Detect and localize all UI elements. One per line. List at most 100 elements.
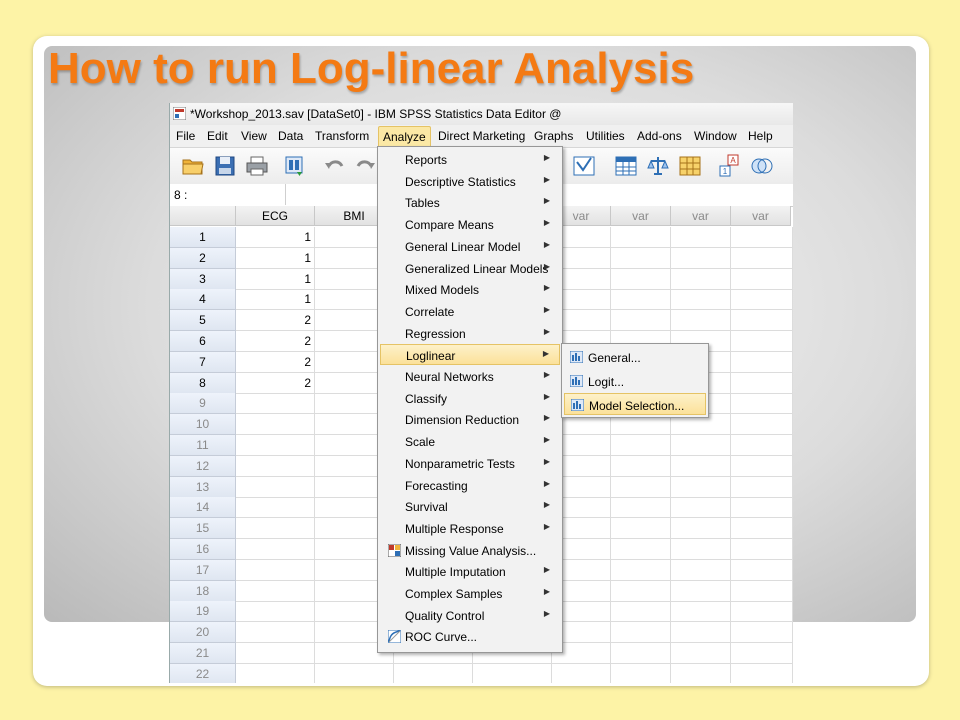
cell-var[interactable] — [671, 455, 731, 477]
submenu-item-logit[interactable]: Logit... — [564, 370, 706, 392]
cell-var[interactable] — [611, 539, 671, 560]
cell-var[interactable] — [671, 622, 731, 644]
cell-var[interactable] — [611, 310, 671, 332]
menu-item-neural-networks[interactable]: Neural Networks ▶ — [380, 366, 560, 387]
cell-ecg[interactable] — [236, 518, 315, 540]
redo-icon[interactable] — [353, 154, 377, 178]
cell-ecg[interactable] — [236, 643, 315, 664]
menu-item-multiple-imputation[interactable]: Multiple Imputation ▶ — [380, 561, 560, 582]
cell-var[interactable] — [611, 622, 671, 644]
submenu-item-model-selection[interactable]: Model Selection... — [564, 393, 706, 415]
row-number[interactable]: 12 — [170, 455, 236, 477]
cell-var[interactable] — [611, 580, 671, 602]
menu-edit[interactable]: Edit — [207, 129, 228, 143]
cell-var[interactable] — [731, 331, 793, 352]
menu-window[interactable]: Window — [694, 129, 737, 143]
row-number[interactable]: 10 — [170, 414, 236, 436]
cell-var[interactable] — [611, 601, 671, 623]
menu-item-survival[interactable]: Survival ▶ — [380, 496, 560, 517]
menu-data[interactable]: Data — [278, 129, 303, 143]
row-number[interactable]: 13 — [170, 476, 236, 498]
cell-var[interactable] — [731, 268, 793, 290]
cell-ecg[interactable]: 1 — [236, 268, 315, 290]
cell-var[interactable] — [671, 435, 731, 456]
menu-item-quality-control[interactable]: Quality Control ▶ — [380, 605, 560, 626]
cell-var[interactable] — [394, 663, 473, 683]
cell-var[interactable] — [671, 601, 731, 623]
cell-var[interactable] — [731, 601, 793, 623]
cell-var[interactable] — [611, 268, 671, 290]
cell-var[interactable] — [731, 414, 793, 436]
row-number[interactable]: 22 — [170, 663, 236, 683]
use-sets-icon[interactable] — [750, 154, 774, 178]
menu-item-classify[interactable]: Classify ▶ — [380, 388, 560, 409]
cell-var[interactable] — [671, 643, 731, 664]
row-number[interactable]: 6 — [170, 331, 236, 352]
cell-var[interactable] — [671, 310, 731, 332]
submenu-item-general[interactable]: General... — [564, 346, 706, 368]
cell-bmi[interactable] — [315, 663, 394, 683]
column-header-var[interactable]: var — [731, 206, 791, 226]
row-number[interactable]: 2 — [170, 247, 236, 269]
menu-item-roc-curve[interactable]: ROC Curve... — [380, 626, 560, 647]
cell-ecg[interactable] — [236, 393, 315, 415]
cell-ecg[interactable] — [236, 476, 315, 498]
menu-graphs[interactable]: Graphs — [534, 129, 573, 143]
cell-var[interactable] — [611, 476, 671, 498]
menu-item-correlate[interactable]: Correlate ▶ — [380, 301, 560, 322]
cell-ecg[interactable]: 2 — [236, 372, 315, 394]
menu-transform[interactable]: Transform — [315, 129, 369, 143]
row-number[interactable]: 11 — [170, 435, 236, 456]
menu-item-forecasting[interactable]: Forecasting ▶ — [380, 475, 560, 496]
cell-var[interactable] — [671, 247, 731, 269]
menu-analyze[interactable]: Analyze — [378, 126, 431, 148]
menu-item-mixed-models[interactable]: Mixed Models ▶ — [380, 279, 560, 300]
cell-var[interactable] — [731, 643, 793, 664]
cell-var[interactable] — [611, 455, 671, 477]
cell-var[interactable] — [731, 435, 793, 456]
cell-var[interactable] — [671, 227, 731, 248]
cell-var[interactable] — [671, 268, 731, 290]
cell-var[interactable] — [731, 247, 793, 269]
menu-item-reports[interactable]: Reports ▶ — [380, 149, 560, 170]
cell-var[interactable] — [731, 539, 793, 560]
cell-ecg[interactable]: 2 — [236, 310, 315, 332]
cell-var[interactable] — [611, 518, 671, 540]
cell-ecg[interactable] — [236, 435, 315, 456]
menu-utilities[interactable]: Utilities — [586, 129, 625, 143]
cell-var[interactable] — [611, 247, 671, 269]
cell-var[interactable] — [671, 497, 731, 519]
cell-var[interactable] — [731, 580, 793, 602]
row-number[interactable]: 4 — [170, 289, 236, 311]
cell-var[interactable] — [611, 435, 671, 456]
row-number[interactable]: 17 — [170, 559, 236, 581]
cell-ecg[interactable] — [236, 414, 315, 436]
column-header-var[interactable]: var — [671, 206, 731, 226]
row-number[interactable]: 1 — [170, 227, 236, 248]
menu-item-descriptive-statistics[interactable]: Descriptive Statistics ▶ — [380, 171, 560, 192]
cell-ecg[interactable]: 2 — [236, 331, 315, 352]
cell-var[interactable] — [671, 663, 731, 683]
cell-var[interactable] — [671, 289, 731, 311]
cell-var[interactable] — [731, 351, 793, 373]
variables-icon[interactable] — [572, 154, 596, 178]
cell-var[interactable] — [671, 539, 731, 560]
menu-file[interactable]: File — [176, 129, 195, 143]
cell-var[interactable] — [731, 663, 793, 683]
cell-ecg[interactable]: 1 — [236, 227, 315, 248]
row-number[interactable]: 18 — [170, 580, 236, 602]
cell-var[interactable] — [552, 663, 611, 683]
row-number[interactable]: 9 — [170, 393, 236, 415]
menu-item-multiple-response[interactable]: Multiple Response ▶ — [380, 518, 560, 539]
menu-help[interactable]: Help — [748, 129, 773, 143]
cell-ecg[interactable] — [236, 622, 315, 644]
cell-ecg[interactable] — [236, 455, 315, 477]
cell-var[interactable] — [731, 622, 793, 644]
cell-var[interactable] — [671, 580, 731, 602]
menu-item-nonparametric-tests[interactable]: Nonparametric Tests ▶ — [380, 453, 560, 474]
row-number[interactable]: 21 — [170, 643, 236, 664]
row-number[interactable]: 16 — [170, 539, 236, 560]
cell-ecg[interactable] — [236, 559, 315, 581]
cell-var[interactable] — [731, 289, 793, 311]
cell-var[interactable] — [611, 663, 671, 683]
